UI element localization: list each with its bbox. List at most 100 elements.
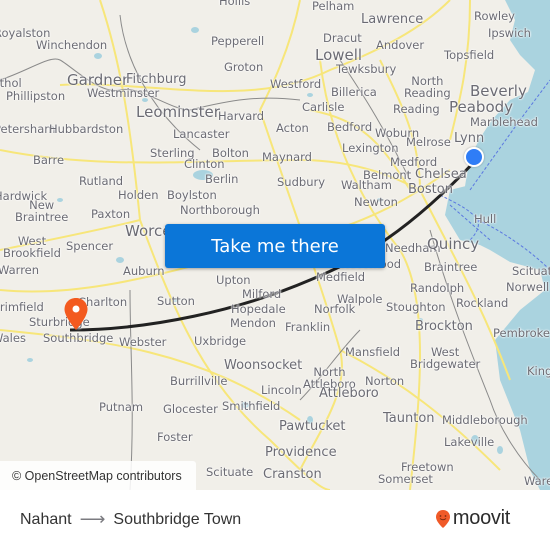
place-label: Mansfield (345, 345, 401, 359)
place-label: Ipswich (488, 26, 531, 40)
place-label: Lincoln (261, 383, 302, 397)
place-label: Smithfield (222, 399, 281, 413)
place-label: Newton (354, 195, 398, 209)
place-label: Foster (157, 430, 193, 444)
destination-pin-icon[interactable] (63, 297, 89, 331)
place-label: Dracut (323, 31, 362, 45)
place-label: Attleboro (319, 386, 379, 401)
place-label: Milford (242, 287, 282, 301)
place-label: Boylston (167, 188, 217, 202)
place-label: Marblehead (470, 115, 538, 129)
place-label: Glocester (163, 402, 218, 416)
place-label: Putnam (99, 400, 144, 414)
place-label: Brockton (415, 319, 473, 334)
place-label: Rutland (79, 174, 124, 188)
place-label: Pepperell (211, 34, 265, 48)
place-label: Pelham (312, 0, 355, 13)
place-label: Taunton (383, 411, 435, 426)
place-label: Paxton (91, 207, 131, 221)
place-label: Chelsea (415, 167, 467, 182)
place-label: Pembroke (493, 326, 550, 340)
place-label: Wareham (524, 474, 550, 488)
place-label: Hopedale (231, 302, 286, 316)
place-label: Quincy (427, 235, 480, 253)
place-label: Harvard (218, 109, 265, 123)
place-label: Billerica (331, 85, 377, 99)
place-label: Westford (270, 77, 322, 91)
place-label: Topsfield (444, 48, 495, 62)
place-label: Leominster (136, 103, 220, 121)
place-label: Sudbury (277, 175, 326, 189)
place-label: Peabody (449, 98, 514, 116)
place-label: Cranston (263, 467, 322, 482)
place-label: Phillipston (6, 89, 66, 103)
map-view[interactable]: Hollis Pelham Lawrence Rowley Royalston … (0, 0, 550, 490)
place-label: Spencer (66, 239, 114, 253)
place-label: Braintree (424, 260, 478, 274)
brand-name: moovit (452, 507, 510, 529)
place-label: Carlisle (302, 100, 345, 114)
place-label: Boston (408, 182, 453, 197)
place-label: Bedford (327, 120, 373, 134)
place-label: Norfolk (314, 302, 356, 316)
map-attribution[interactable]: © OpenStreetMap contributors (0, 461, 196, 490)
place-label: Randolph (410, 281, 465, 295)
moovit-logo[interactable]: moovit (435, 507, 510, 530)
place-label: Beverly (470, 82, 527, 100)
place-label: Winchendon (36, 38, 108, 52)
place-label: Acton (276, 121, 309, 135)
destination-name: Southbridge Town (113, 510, 242, 528)
moovit-pin-icon (435, 509, 450, 528)
place-label: Barre (33, 153, 65, 167)
place-label: Uxbridge (194, 334, 247, 348)
place-label: Brimfield (0, 300, 44, 314)
place-label: Hollis (219, 0, 251, 8)
place-label: Southbridge (43, 331, 114, 345)
place-label: Berlin (205, 172, 239, 186)
place-label: Melrose (406, 135, 451, 149)
place-label: Burrillville (170, 374, 228, 388)
place-label: Maynard (262, 150, 312, 164)
place-label: Clinton (184, 157, 225, 171)
place-label: Upton (216, 273, 251, 287)
place-label: Westminster (87, 86, 160, 100)
place-label: Lexington (342, 141, 399, 155)
place-label: Scituate (512, 264, 550, 278)
place-label: Lakeville (444, 435, 495, 449)
origin-name: Nahant (20, 510, 72, 528)
place-label: Lancaster (173, 127, 230, 141)
place-label: Rowley (474, 9, 515, 23)
place-label: Holden (118, 188, 159, 202)
origin-marker[interactable] (464, 147, 484, 167)
place-label: Hubbardston (49, 122, 124, 136)
place-label: Middleborough (442, 413, 528, 427)
place-label: Franklin (285, 320, 331, 334)
place-label: Medfield (316, 270, 366, 284)
place-label: Mendon (230, 316, 276, 330)
place-label: Lynn (454, 131, 485, 146)
place-label: Webster (119, 335, 167, 349)
place-label: Reading (393, 102, 440, 116)
place-label: Waltham (341, 178, 392, 192)
place-label: Groton (224, 60, 264, 74)
place-label: Kingston (527, 364, 550, 378)
place-label: North Reading (404, 74, 451, 100)
place-label: Petersham (0, 122, 56, 136)
place-label: Sutton (157, 294, 195, 308)
place-label: Northborough (180, 203, 260, 217)
place-label: Auburn (123, 264, 165, 278)
route-title: Nahant ⟶ Southbridge Town (20, 509, 241, 530)
place-label: Lowell (315, 46, 363, 64)
take-me-there-button[interactable]: Take me there (165, 224, 385, 268)
arrow-right-icon: ⟶ (79, 509, 106, 529)
place-label: West Brookfield (3, 234, 61, 260)
place-label: Fitchburg (126, 72, 187, 87)
place-label: Wales (0, 331, 26, 345)
place-label: Athol (0, 76, 22, 90)
place-label: Stoughton (386, 300, 446, 314)
place-label: Warren (0, 263, 40, 277)
place-label: Hull (474, 212, 497, 226)
place-label: Providence (265, 445, 337, 460)
place-label: Pawtucket (279, 419, 346, 434)
place-label: Andover (376, 38, 425, 52)
